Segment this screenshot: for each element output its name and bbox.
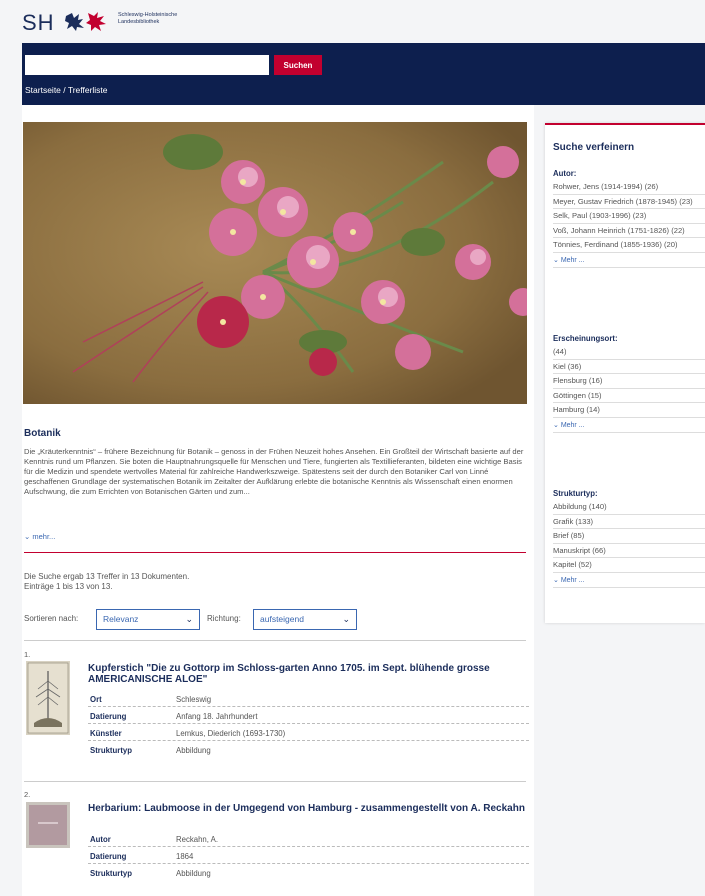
facet-item[interactable]: (44) xyxy=(553,345,705,360)
facet-item[interactable]: Brief (85) xyxy=(553,529,705,544)
chevron-down-icon: ⌄ xyxy=(342,614,350,624)
facet-item[interactable]: Selk, Paul (1903-1996) (23) xyxy=(553,209,705,224)
sort-label: Sortieren nach: xyxy=(24,614,79,623)
result-thumbnail[interactable] xyxy=(26,802,70,848)
divider xyxy=(24,640,526,641)
logo-sh[interactable]: SH xyxy=(22,10,55,36)
result-number: 1. xyxy=(24,650,31,659)
facet-item[interactable]: Göttingen (15) xyxy=(553,389,705,403)
topic-title: Botanik xyxy=(24,428,61,439)
sort-controls: Sortieren nach: Relevanz ⌄ Richtung: aufs… xyxy=(24,609,526,631)
facet-more-link[interactable]: ⌄ Mehr ... xyxy=(553,573,705,588)
direction-select[interactable]: aufsteigend ⌄ xyxy=(253,609,357,630)
result-item: 1. Kupferstich "Die zu Gottorp im Schlos… xyxy=(24,650,529,782)
hero-image xyxy=(23,122,527,404)
chevron-down-icon: ⌄ xyxy=(185,614,193,624)
field-row: Strukturtyp Abbildung xyxy=(90,869,211,878)
field-row: Ort Schleswig xyxy=(88,691,529,707)
topic-description: Die „Kräuterkenntnis“ – frühere Bezeichn… xyxy=(24,447,524,496)
result-thumbnail[interactable] xyxy=(26,661,70,735)
search-button[interactable]: Suchen xyxy=(274,55,322,75)
result-summary: Die Suche ergab 13 Treffer in 13 Dokumen… xyxy=(24,572,190,591)
result-item: 2. Herbarium: Laubmoose in der Umgegend … xyxy=(24,790,529,896)
crest-logo-icon[interactable] xyxy=(64,10,110,32)
sidebar-title: Suche verfeinern xyxy=(553,142,635,153)
facet-author: Autor: Rohwer, Jens (1914-1994) (26) Mey… xyxy=(553,169,705,268)
facet-item[interactable]: Meyer, Gustav Friedrich (1878-1945) (23) xyxy=(553,195,705,209)
direction-label: Richtung: xyxy=(207,614,241,623)
topic-more-link[interactable]: ⌄ mehr... xyxy=(24,532,55,541)
refine-sidebar: Suche verfeinern Autor: Rohwer, Jens (19… xyxy=(545,123,705,623)
field-row: Datierung Anfang 18. Jahrhundert xyxy=(88,708,529,724)
field-row: Künstler Lemkus, Diederich (1693-1730) xyxy=(88,725,529,741)
breadcrumb-home[interactable]: Startseite xyxy=(25,85,61,95)
chevron-down-icon: ⌄ xyxy=(553,421,561,429)
chevron-down-icon: ⌄ xyxy=(553,256,561,264)
facet-item[interactable]: Kapitel (52) xyxy=(553,558,705,573)
facet-structure-type: Strukturtyp: Abbildung (140) Grafik (133… xyxy=(553,489,705,588)
search-input[interactable] xyxy=(25,55,269,75)
facet-item[interactable]: Tönnies, Ferdinand (1855-1936) (20) xyxy=(553,238,705,253)
field-row: Autor Reckahn, A. xyxy=(88,831,529,847)
facet-place: Erscheinungsort: (44) Kiel (36) Flensbur… xyxy=(553,334,705,433)
field-row: Datierung 1864 xyxy=(88,848,529,864)
nav-band: Suchen Startseite / Trefferliste xyxy=(22,43,705,105)
chevron-down-icon: ⌄ xyxy=(553,576,561,584)
facet-item[interactable]: Flensburg (16) xyxy=(553,374,705,389)
facet-more-link[interactable]: ⌄ Mehr ... xyxy=(553,253,705,268)
breadcrumb: Startseite / Trefferliste xyxy=(25,85,108,95)
sort-select[interactable]: Relevanz ⌄ xyxy=(96,609,200,630)
logo-text: Schleswig-Holsteinische Landesbibliothek xyxy=(118,12,178,25)
divider xyxy=(24,781,526,782)
facet-item[interactable]: Abbildung (140) xyxy=(553,500,705,515)
result-title[interactable]: Herbarium: Laubmoose in der Umgegend von… xyxy=(88,803,528,814)
result-title[interactable]: Kupferstich "Die zu Gottorp im Schloss-g… xyxy=(88,663,528,685)
facet-item[interactable]: Voß, Johann Heinrich (1751-1826) (22) xyxy=(553,224,705,238)
facet-more-link[interactable]: ⌄ Mehr ... xyxy=(553,418,705,433)
divider xyxy=(24,552,526,553)
breadcrumb-separator: / xyxy=(60,85,68,95)
main-content: Botanik Die „Kräuterkenntnis“ – frühere … xyxy=(22,105,534,896)
facet-item[interactable]: Hamburg (14) xyxy=(553,403,705,418)
facet-item[interactable]: Grafik (133) xyxy=(553,515,705,529)
field-row: Strukturtyp Abbildung xyxy=(90,746,211,755)
facet-item[interactable]: Manuskript (66) xyxy=(553,544,705,558)
facet-item[interactable]: Rohwer, Jens (1914-1994) (26) xyxy=(553,180,705,195)
site-header: SH Schleswig-Holsteinische Landesbibliot… xyxy=(0,0,705,43)
breadcrumb-current: Trefferliste xyxy=(67,85,108,95)
result-number: 2. xyxy=(24,790,31,799)
facet-item[interactable]: Kiel (36) xyxy=(553,360,705,374)
